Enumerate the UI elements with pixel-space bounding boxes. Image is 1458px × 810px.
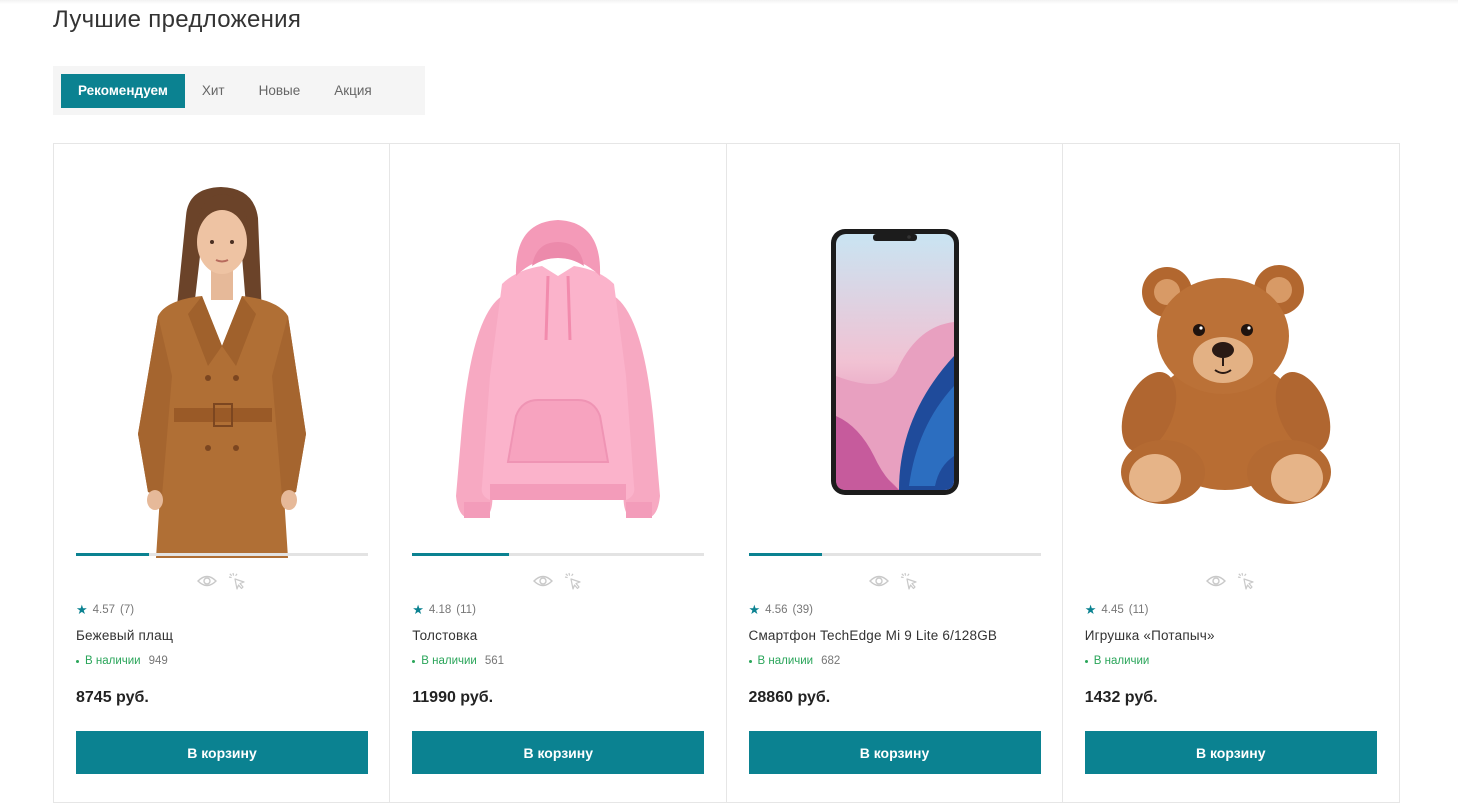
stock-status: В наличии 949: [76, 655, 168, 667]
product-image-hoodie[interactable]: [412, 166, 704, 558]
reviews-count: (39): [792, 603, 813, 616]
product-card: ★ 4.56 (39) Смартфон TechEdge Mi 9 Lite …: [727, 144, 1063, 802]
image-gallery-progress[interactable]: [412, 553, 705, 556]
header-shadow: [0, 0, 1458, 4]
stock-quantity: 561: [484, 655, 505, 667]
section-title: Лучшие предложения: [53, 6, 302, 33]
tab-recommended[interactable]: Рекомендуем: [61, 73, 185, 108]
pointer-click-icon[interactable]: [563, 572, 583, 590]
star-icon: ★: [412, 602, 424, 617]
product-rating: ★ 4.57 (7): [76, 603, 134, 616]
eye-icon[interactable]: [196, 572, 217, 590]
image-gallery-progress[interactable]: [76, 553, 368, 556]
add-to-cart-button[interactable]: В корзину: [412, 731, 705, 774]
product-name[interactable]: Бежевый плащ: [76, 628, 173, 643]
add-to-cart-button[interactable]: В корзину: [76, 731, 368, 774]
product-price: 28860 руб.: [748, 689, 831, 706]
product-card: ★ 4.18 (11) Толстовка В наличии 561 1199…: [390, 144, 727, 802]
pointer-click-icon[interactable]: [227, 572, 247, 590]
stock-label: В наличии: [85, 655, 141, 667]
stock-dot: [748, 659, 752, 663]
product-rating: ★ 4.18 (11): [412, 603, 476, 616]
gallery-progress-fill: [748, 553, 822, 556]
star-icon: ★: [748, 602, 761, 617]
product-image-smartphone[interactable]: [749, 166, 1041, 558]
star-icon: ★: [76, 602, 88, 617]
gallery-progress-fill: [76, 553, 149, 556]
teddy-bear-image: [1120, 265, 1331, 504]
product-card: ★ 4.45 (11) Игрушка «Потапыч» В наличии …: [1063, 144, 1399, 802]
rating-value: 4.57: [92, 603, 116, 616]
star-icon: ★: [1084, 602, 1097, 617]
pointer-click-icon[interactable]: [899, 572, 919, 590]
eye-icon[interactable]: [869, 572, 890, 590]
product-price: 1432 руб.: [1084, 689, 1158, 706]
reviews-count: (7): [120, 603, 135, 616]
product-image-teddy-bear[interactable]: [1085, 166, 1377, 558]
rating-value: 4.45: [1101, 603, 1124, 616]
eye-icon[interactable]: [1205, 572, 1226, 590]
product-image-trench-coat[interactable]: [76, 166, 368, 558]
reviews-count: (11): [1128, 603, 1149, 616]
card-actions: [1063, 572, 1399, 590]
rating-value: 4.56: [765, 603, 788, 616]
stock-label: В наличии: [1093, 655, 1150, 667]
product-tabs: Рекомендуем Хит Новые Акция: [53, 66, 425, 115]
product-price: 11990 руб.: [412, 689, 494, 706]
rating-value: 4.18: [428, 603, 452, 616]
product-grid: ★ 4.57 (7) Бежевый плащ В наличии 949 87…: [53, 143, 1400, 803]
reviews-count: (11): [456, 603, 476, 616]
stock-status: В наличии 561: [412, 655, 504, 667]
smartphone-image: [830, 229, 959, 495]
add-to-cart-button[interactable]: В корзину: [1084, 731, 1377, 774]
product-card: ★ 4.57 (7) Бежевый плащ В наличии 949 87…: [54, 144, 391, 802]
tab-new[interactable]: Новые: [242, 74, 318, 108]
card-actions: [390, 572, 725, 590]
stock-dot: [76, 659, 79, 663]
product-rating: ★ 4.56 (39): [749, 603, 814, 616]
card-actions: [727, 572, 1062, 590]
product-name[interactable]: Смартфон TechEdge Mi 9 Lite 6/128GB: [749, 628, 998, 643]
stock-label: В наличии: [757, 655, 814, 667]
trench-coat-image: [138, 187, 306, 558]
product-name[interactable]: Толстовка: [412, 628, 477, 643]
pink-hoodie-image: [456, 220, 661, 518]
stock-quantity: 949: [148, 655, 168, 667]
stock-dot: [1084, 659, 1088, 663]
card-actions: [54, 572, 389, 590]
image-gallery-progress[interactable]: [748, 553, 1041, 556]
add-to-cart-button[interactable]: В корзину: [748, 731, 1041, 774]
stock-status: В наличии 682: [748, 655, 841, 667]
gallery-progress-fill: [412, 553, 509, 556]
stock-label: В наличии: [421, 655, 477, 667]
stock-quantity: 682: [821, 655, 841, 667]
tab-hit[interactable]: Хит: [185, 74, 242, 108]
product-name[interactable]: Игрушка «Потапыч»: [1085, 628, 1215, 643]
tab-sale[interactable]: Акция: [317, 74, 389, 108]
eye-icon[interactable]: [532, 572, 553, 590]
stock-dot: [412, 659, 416, 663]
pointer-click-icon[interactable]: [1236, 572, 1256, 590]
product-rating: ★ 4.45 (11): [1085, 603, 1149, 616]
product-price: 8745 руб.: [76, 689, 149, 706]
stock-status: В наличии: [1084, 655, 1150, 667]
